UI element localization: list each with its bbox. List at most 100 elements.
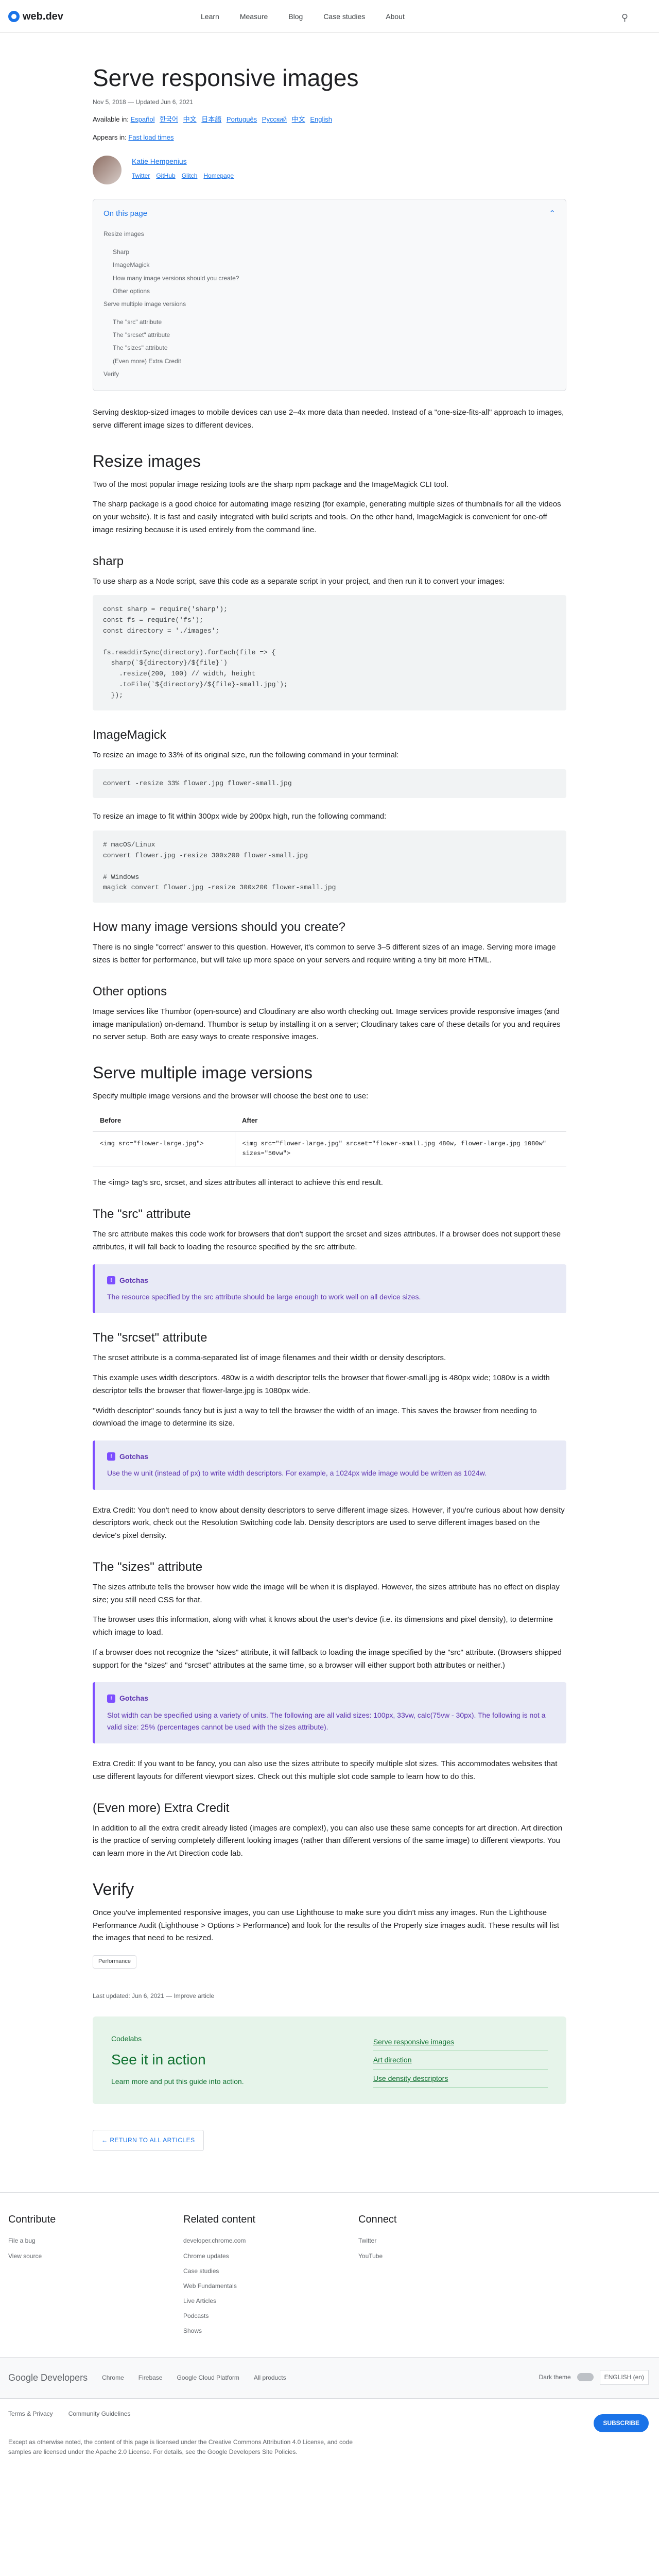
paragraph: Once you've implemented responsive image… bbox=[93, 1908, 559, 1943]
footer-col-title: Connect bbox=[358, 2214, 397, 2226]
heading-other-options: Other options bbox=[93, 984, 167, 998]
lang-link[interactable]: 中文 bbox=[292, 115, 305, 123]
search-icon[interactable]: ⚲ bbox=[621, 10, 628, 25]
footer-bar-link[interactable]: Chrome bbox=[102, 2373, 124, 2383]
codelab-title: See it in action bbox=[111, 2052, 206, 2068]
author-homepage-link[interactable]: Homepage bbox=[203, 171, 234, 181]
heading-src: The "src" attribute bbox=[93, 1207, 191, 1221]
lang-link[interactable]: 한국어 bbox=[160, 115, 178, 123]
footer-link[interactable]: Shows bbox=[183, 2326, 297, 2336]
nav-case-studies[interactable]: Case studies bbox=[323, 11, 365, 22]
toc-item[interactable]: The "sizes" attribute bbox=[103, 343, 556, 353]
paragraph: To resize an image to 33% of its origina… bbox=[93, 750, 399, 759]
toc-item[interactable]: Other options bbox=[103, 286, 556, 296]
toc-item[interactable]: Sharp bbox=[103, 247, 556, 257]
warning-icon: ! bbox=[107, 1452, 115, 1461]
footer-link[interactable]: File a bug bbox=[8, 2236, 122, 2246]
main-nav: Learn Measure Blog Case studies About bbox=[201, 0, 405, 33]
toc-header[interactable]: On this page ⌃ bbox=[103, 208, 556, 220]
author-glitch-link[interactable]: Glitch bbox=[182, 171, 198, 181]
heading-srcset: The "srcset" attribute bbox=[93, 1331, 207, 1345]
footer-bar-link[interactable]: All products bbox=[254, 2373, 286, 2383]
lang-link[interactable]: English bbox=[310, 115, 332, 123]
return-to-articles-button[interactable]: ← RETURN TO ALL ARTICLES bbox=[93, 2130, 204, 2151]
comparison-table: Before After <img src="flower-large.jpg"… bbox=[93, 1110, 566, 1167]
footer-link[interactable]: Twitter bbox=[358, 2236, 472, 2246]
page-title: Serve responsive images bbox=[93, 64, 359, 91]
lang-link[interactable]: Русский bbox=[262, 115, 287, 123]
toc-item[interactable]: How many image versions should you creat… bbox=[103, 274, 556, 283]
table-of-contents: On this page ⌃ Resize images Sharp Image… bbox=[93, 198, 566, 392]
paragraph: Two of the most popular image resizing t… bbox=[93, 480, 449, 489]
subscribe-button-top[interactable]: SUBSCRIBE bbox=[594, 2414, 649, 2432]
footer-controls: Dark theme ENGLISH (en) bbox=[539, 2369, 649, 2385]
article-meta: Nov 5, 2018 — Updated Jun 6, 2021 bbox=[93, 98, 193, 106]
google-developers-logo[interactable]: Google Developers bbox=[8, 2370, 88, 2385]
footer-link[interactable]: Web Fundamentals bbox=[183, 2281, 297, 2291]
nav-about[interactable]: About bbox=[386, 11, 405, 22]
paragraph: The <img> tag's src, srcset, and sizes a… bbox=[93, 1178, 383, 1188]
toc-item[interactable]: Verify bbox=[103, 369, 556, 379]
lang-link[interactable]: Português bbox=[227, 115, 257, 123]
terms-link[interactable]: Terms & Privacy bbox=[8, 2409, 53, 2419]
toc-item[interactable]: ImageMagick bbox=[103, 260, 556, 270]
table-header-before: Before bbox=[93, 1110, 235, 1132]
dark-theme-toggle[interactable] bbox=[577, 2373, 594, 2382]
toc-heading: On this page bbox=[103, 209, 148, 218]
warning-icon: ! bbox=[107, 1276, 115, 1284]
paragraph: The srcset attribute is a comma-separate… bbox=[93, 1353, 446, 1363]
toc-item[interactable]: The "src" attribute bbox=[103, 317, 556, 327]
gotchas-title: ! Gotchas bbox=[107, 1692, 554, 1704]
codelab-link[interactable]: Serve responsive images bbox=[373, 2033, 548, 2052]
codelab-link[interactable]: Use density descriptors bbox=[373, 2070, 548, 2088]
footer-link[interactable]: View source bbox=[8, 2251, 122, 2261]
footer-link[interactable]: Case studies bbox=[183, 2266, 297, 2276]
paragraph: To use sharp as a Node script, save this… bbox=[93, 577, 505, 586]
lang-link[interactable]: Español bbox=[131, 115, 155, 123]
footer-link[interactable]: Live Articles bbox=[183, 2296, 297, 2306]
tag-chip[interactable]: Performance bbox=[93, 1955, 136, 1969]
code-block-im1: convert -resize 33% flower.jpg flower-sm… bbox=[93, 769, 566, 799]
footer-link[interactable]: Chrome updates bbox=[183, 2251, 297, 2261]
footer-bar-link[interactable]: Google Cloud Platform bbox=[177, 2373, 239, 2383]
toc-item[interactable]: The "srcset" attribute bbox=[103, 330, 556, 340]
gotchas-label: Gotchas bbox=[119, 1694, 149, 1703]
webdev-logo-icon bbox=[8, 10, 20, 22]
footer-link[interactable]: Podcasts bbox=[183, 2311, 297, 2321]
intro-text: Serving desktop-sized images to mobile d… bbox=[93, 408, 564, 430]
gotchas-callout: ! Gotchas The resource specified by the … bbox=[93, 1264, 566, 1314]
language-select[interactable]: ENGLISH (en) bbox=[599, 2369, 649, 2385]
paragraph: Extra Credit: If you want to be fancy, y… bbox=[93, 1759, 558, 1781]
author-github-link[interactable]: GitHub bbox=[156, 171, 175, 181]
paragraph: If a browser does not recognize the "siz… bbox=[93, 1648, 562, 1670]
author-name[interactable]: Katie Hempenius bbox=[132, 157, 187, 165]
paragraph: This example uses width descriptors. 480… bbox=[93, 1374, 550, 1395]
heading-sharp: sharp bbox=[93, 554, 124, 568]
appears-label: Appears in: bbox=[93, 133, 127, 142]
footer-col-title: Contribute bbox=[8, 2214, 56, 2226]
community-guidelines-link[interactable]: Community Guidelines bbox=[68, 2409, 131, 2419]
lang-link[interactable]: 日本語 bbox=[201, 115, 221, 123]
author-twitter-link[interactable]: Twitter bbox=[132, 171, 150, 181]
nav-measure[interactable]: Measure bbox=[240, 11, 268, 22]
paragraph: The sizes attribute tells the browser ho… bbox=[93, 1582, 560, 1604]
gotchas-title: ! Gotchas bbox=[107, 1275, 554, 1286]
paragraph: In addition to all the extra credit alre… bbox=[93, 1823, 563, 1858]
nav-blog[interactable]: Blog bbox=[288, 11, 303, 22]
lang-link[interactable]: 中文 bbox=[183, 115, 197, 123]
last-updated: Last updated: Jun 6, 2021 — Improve arti… bbox=[93, 1992, 215, 1999]
heading-imagemagick: ImageMagick bbox=[93, 727, 166, 742]
toc-item[interactable]: (Even more) Extra Credit bbox=[103, 357, 556, 366]
toc-item[interactable]: Serve multiple image versions bbox=[103, 299, 556, 309]
site-logo[interactable]: web.dev bbox=[8, 8, 63, 25]
gotcha-text: Use the w unit (instead of px) to write … bbox=[107, 1469, 487, 1478]
footer-bar-link[interactable]: Firebase bbox=[138, 2373, 163, 2383]
toc-item[interactable]: Resize images bbox=[103, 229, 556, 239]
footer-link[interactable]: YouTube bbox=[358, 2251, 472, 2261]
nav-learn[interactable]: Learn bbox=[201, 11, 219, 22]
appears-link[interactable]: Fast load times bbox=[128, 133, 174, 141]
appears-in: Appears in: Fast load times bbox=[93, 132, 566, 143]
footer-link[interactable]: developer.chrome.com bbox=[183, 2236, 297, 2246]
chevron-up-icon[interactable]: ⌃ bbox=[549, 208, 556, 220]
codelab-link[interactable]: Art direction bbox=[373, 2051, 548, 2070]
